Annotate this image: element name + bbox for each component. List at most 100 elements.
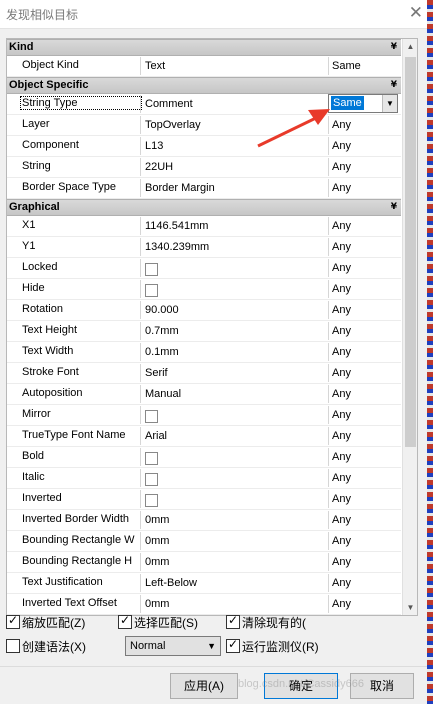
section-kind[interactable]: Kind ¥ — [7, 39, 401, 56]
property-match[interactable]: Any — [328, 116, 401, 134]
property-match[interactable]: Any — [328, 595, 401, 613]
chevron-down-icon[interactable]: ▼ — [382, 95, 397, 112]
property-match[interactable]: Any — [328, 511, 401, 529]
property-match[interactable]: Any — [328, 427, 401, 445]
property-value[interactable]: Left-Below — [140, 574, 333, 592]
collapse-icon[interactable]: ¥ — [391, 78, 397, 93]
property-row[interactable]: String Type Comment Same ▼ — [7, 94, 401, 115]
property-row[interactable]: X1 1146.541mm Any — [7, 216, 401, 237]
property-match[interactable]: Any — [328, 137, 401, 155]
property-match[interactable]: Any — [328, 259, 401, 277]
property-row[interactable]: Italic Any — [7, 468, 401, 489]
property-row[interactable]: Inverted Text Offset 0mm Any — [7, 594, 401, 615]
property-match[interactable]: Any — [328, 448, 401, 466]
mask-mode-select[interactable]: Normal ▼ — [125, 636, 221, 656]
property-value[interactable]: 0.1mm — [140, 343, 333, 361]
property-row[interactable]: Inverted Any — [7, 489, 401, 510]
clear-existing-option[interactable]: 清除现有的( — [226, 613, 306, 631]
property-match[interactable]: Any — [328, 179, 401, 197]
property-row[interactable]: Bounding Rectangle H 0mm Any — [7, 552, 401, 573]
scroll-up-icon[interactable]: ▲ — [403, 39, 417, 54]
property-value[interactable]: Serif — [140, 364, 333, 382]
property-row[interactable]: Text Justification Left-Below Any — [7, 573, 401, 594]
collapse-icon[interactable]: ¥ — [391, 40, 397, 55]
property-value[interactable] — [140, 406, 333, 424]
property-value[interactable]: 90.000 — [140, 301, 333, 319]
property-match[interactable]: Any — [328, 280, 401, 298]
zoom-matching-option[interactable]: 缩放匹配(Z) — [6, 613, 85, 631]
property-value[interactable] — [140, 280, 333, 298]
property-row[interactable]: Autoposition Manual Any — [7, 384, 401, 405]
zoom-matching-checkbox[interactable] — [6, 613, 20, 629]
vertical-scrollbar[interactable]: ▲ ▼ — [402, 39, 417, 615]
scroll-thumb[interactable] — [405, 57, 416, 447]
property-row[interactable]: Bounding Rectangle W 0mm Any — [7, 531, 401, 552]
property-row[interactable]: Border Space Type Border Margin Any — [7, 178, 401, 199]
property-checkbox[interactable] — [145, 494, 158, 508]
property-row[interactable]: Text Width 0.1mm Any — [7, 342, 401, 363]
property-value[interactable]: 0mm — [140, 595, 333, 613]
property-row[interactable]: Text Height 0.7mm Any — [7, 321, 401, 342]
property-value[interactable]: 1340.239mm — [140, 238, 333, 256]
property-row[interactable]: Mirror Any — [7, 405, 401, 426]
property-value[interactable]: 22UH — [140, 158, 333, 176]
property-match[interactable]: Any — [328, 322, 401, 340]
property-value[interactable]: L13 — [140, 137, 333, 155]
section-object-specific[interactable]: Object Specific ¥ — [7, 77, 401, 94]
property-row[interactable]: TrueType Font Name Arial Any — [7, 426, 401, 447]
property-value[interactable]: 0mm — [140, 532, 333, 550]
property-checkbox[interactable] — [145, 473, 158, 487]
property-match[interactable]: Any — [328, 364, 401, 382]
property-row[interactable]: Object Kind Text Same — [7, 56, 401, 77]
property-value[interactable] — [140, 490, 333, 508]
property-value[interactable]: TopOverlay — [140, 116, 333, 134]
property-match[interactable]: Same — [328, 57, 401, 75]
apply-button[interactable]: 应用(A) — [170, 673, 238, 699]
select-matching-option[interactable]: 选择匹配(S) — [118, 613, 198, 631]
property-row[interactable]: Rotation 90.000 Any — [7, 300, 401, 321]
property-row[interactable]: Component L13 Any — [7, 136, 401, 157]
property-row[interactable]: Layer TopOverlay Any — [7, 115, 401, 136]
property-value[interactable] — [140, 259, 333, 277]
create-expression-option[interactable]: 创建语法(X) — [6, 638, 86, 655]
property-match[interactable]: Any — [328, 301, 401, 319]
create-expression-checkbox[interactable] — [6, 639, 20, 653]
property-row[interactable]: Hide Any — [7, 279, 401, 300]
property-match[interactable]: Any — [328, 553, 401, 571]
property-value[interactable]: Comment — [140, 95, 333, 113]
property-match[interactable]: Any — [328, 343, 401, 361]
property-row[interactable]: Y1 1340.239mm Any — [7, 237, 401, 258]
collapse-icon[interactable]: ¥ — [391, 200, 397, 215]
property-match[interactable]: Any — [328, 217, 401, 235]
property-match[interactable]: Any — [328, 406, 401, 424]
property-value[interactable]: Manual — [140, 385, 333, 403]
property-match[interactable]: Any — [328, 574, 401, 592]
property-value[interactable] — [140, 448, 333, 466]
property-value[interactable]: 1146.541mm — [140, 217, 333, 235]
run-inspector-option[interactable]: 运行监测仪(R) — [226, 637, 319, 655]
property-checkbox[interactable] — [145, 452, 158, 466]
property-value[interactable]: 0mm — [140, 553, 333, 571]
property-checkbox[interactable] — [145, 410, 158, 424]
property-match[interactable]: Any — [328, 532, 401, 550]
property-value[interactable]: Text — [140, 57, 333, 75]
property-row[interactable]: Inverted Border Width 0mm Any — [7, 510, 401, 531]
property-value[interactable]: Arial — [140, 427, 333, 445]
property-row[interactable]: String 22UH Any — [7, 157, 401, 178]
property-match[interactable]: Any — [328, 490, 401, 508]
property-row[interactable]: Stroke Font Serif Any — [7, 363, 401, 384]
scroll-down-icon[interactable]: ▼ — [403, 600, 417, 615]
property-checkbox[interactable] — [145, 284, 158, 298]
select-matching-checkbox[interactable] — [118, 613, 132, 629]
property-match[interactable]: Any — [328, 158, 401, 176]
property-value[interactable]: 0.7mm — [140, 322, 333, 340]
property-row[interactable]: Locked Any — [7, 258, 401, 279]
property-match[interactable]: Any — [328, 238, 401, 256]
property-value[interactable]: Border Margin — [140, 179, 333, 197]
property-value[interactable] — [140, 469, 333, 487]
match-select[interactable]: Same ▼ — [328, 94, 398, 113]
property-value[interactable]: 0mm — [140, 511, 333, 529]
close-icon[interactable]: ✕ — [409, 3, 423, 23]
clear-existing-checkbox[interactable] — [226, 613, 240, 629]
property-match[interactable]: Any — [328, 469, 401, 487]
